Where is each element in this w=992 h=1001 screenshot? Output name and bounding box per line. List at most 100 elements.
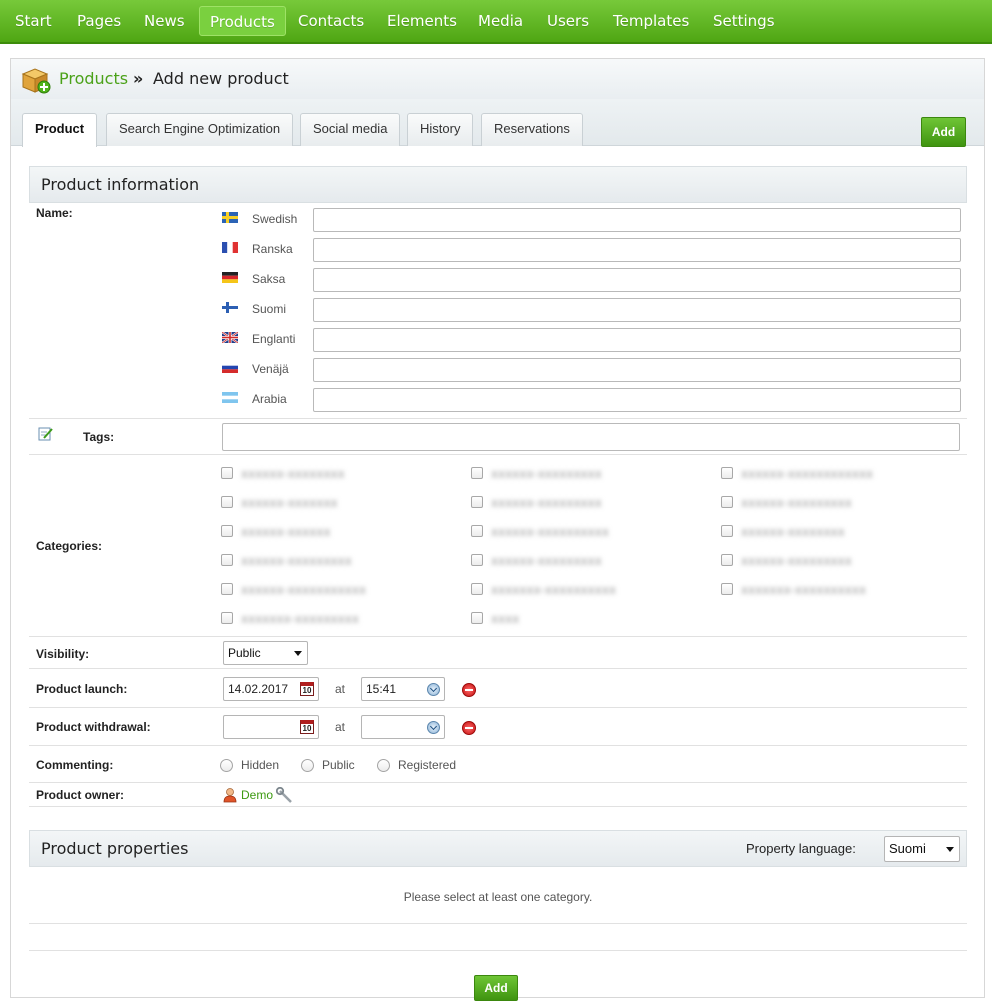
nav-item-elements[interactable]: Elements xyxy=(377,6,467,36)
edit-note-icon xyxy=(38,427,53,441)
category-checkbox[interactable] xyxy=(721,496,733,508)
nav-item-products[interactable]: Products xyxy=(199,6,286,36)
nav-item-pages[interactable]: Pages xyxy=(67,6,131,36)
breadcrumb-separator: » xyxy=(133,69,144,88)
name-input-saksa[interactable] xyxy=(313,268,961,292)
commenting-label: Commenting: xyxy=(36,758,114,772)
category-checkbox[interactable] xyxy=(721,554,733,566)
category-label: xxxxxx-xxxxxxxxxxx xyxy=(241,583,367,597)
category-checkbox[interactable] xyxy=(221,525,233,537)
tab-reservations[interactable]: Reservations xyxy=(481,113,583,146)
category-checkbox[interactable] xyxy=(471,612,483,624)
breadcrumb-products-link[interactable]: Products xyxy=(59,69,128,88)
remove-icon[interactable] xyxy=(462,721,476,735)
commenting-option-label: Public xyxy=(322,758,355,772)
category-checkbox[interactable] xyxy=(221,554,233,566)
at-label: at xyxy=(335,682,346,696)
select-category-message: Please select at least one category. xyxy=(403,890,593,904)
category-label: xxxxxxx-xxxxxxxxxx xyxy=(491,583,617,597)
name-input-suomi[interactable] xyxy=(313,298,961,322)
language-label-arabia: Arabia xyxy=(252,392,287,406)
german-flag-icon xyxy=(222,272,238,283)
at-label: at xyxy=(335,720,346,734)
tab-seo[interactable]: Search Engine Optimization xyxy=(106,113,294,146)
launch-date-input[interactable]: 14.02.2017 10 xyxy=(223,677,319,701)
user-icon xyxy=(223,788,237,803)
clock-icon[interactable] xyxy=(427,721,440,734)
category-checkbox[interactable] xyxy=(221,496,233,508)
commenting-radio-registered[interactable] xyxy=(377,759,390,772)
tab-history[interactable]: History xyxy=(407,113,474,146)
commenting-radio-public[interactable] xyxy=(301,759,314,772)
tags-input[interactable] xyxy=(222,423,960,451)
category-checkbox[interactable] xyxy=(221,612,233,624)
tab-product[interactable]: Product xyxy=(22,113,98,147)
product-box-icon xyxy=(21,68,51,94)
name-input-englanti[interactable] xyxy=(313,328,961,352)
category-label: xxxxxxx-xxxxxxxxx xyxy=(241,612,359,626)
section-title-product-information: Product information xyxy=(41,175,200,194)
calendar-icon[interactable]: 10 xyxy=(300,682,314,696)
commenting-radio-hidden[interactable] xyxy=(220,759,233,772)
category-label: xxxxxx-xxxxxx xyxy=(241,525,331,539)
launch-time-input[interactable]: 15:41 xyxy=(361,677,445,701)
visibility-selected-value: Public xyxy=(228,646,261,660)
category-label: xxxxxx-xxxxxxxxx xyxy=(741,554,852,568)
divider xyxy=(29,636,967,637)
category-checkbox[interactable] xyxy=(721,583,733,595)
name-input-ranska[interactable] xyxy=(313,238,961,262)
language-label-ranska: Ranska xyxy=(252,242,293,256)
nav-item-settings[interactable]: Settings xyxy=(703,6,785,36)
nav-item-news[interactable]: News xyxy=(134,6,195,36)
withdrawal-time-input[interactable] xyxy=(361,715,445,739)
nav-item-media[interactable]: Media xyxy=(468,6,533,36)
visibility-select[interactable]: Public xyxy=(223,641,308,665)
clock-icon[interactable] xyxy=(427,683,440,696)
category-label: xxxxxxx-xxxxxxxxxx xyxy=(741,583,867,597)
property-language-select[interactable]: Suomi xyxy=(884,836,960,862)
nav-item-templates[interactable]: Templates xyxy=(603,6,699,36)
withdrawal-date-input[interactable]: 10 xyxy=(223,715,319,739)
commenting-option-label: Registered xyxy=(398,758,457,772)
category-checkbox[interactable] xyxy=(471,583,483,595)
category-checkbox[interactable] xyxy=(221,467,233,479)
divider xyxy=(29,950,967,951)
category-checkbox[interactable] xyxy=(471,496,483,508)
category-label: xxxxxx-xxxxxxxxx xyxy=(491,467,602,481)
name-input-arabia[interactable] xyxy=(313,388,961,412)
visibility-label: Visibility: xyxy=(36,647,90,661)
swedish-flag-icon xyxy=(222,212,238,223)
add-button-top[interactable]: Add xyxy=(921,117,966,147)
owner-name-link[interactable]: Demo xyxy=(241,788,273,802)
page-title: Add new product xyxy=(153,69,289,88)
category-label: xxxxxx-xxxxxxxx xyxy=(241,467,345,481)
tab-social-media[interactable]: Social media xyxy=(300,113,401,146)
category-label: xxxxxx-xxxxxxxxxxxx xyxy=(741,467,874,481)
wrench-icon[interactable] xyxy=(276,787,293,804)
category-checkbox[interactable] xyxy=(221,583,233,595)
divider xyxy=(29,806,967,807)
category-label: xxxxxx-xxxxxxx xyxy=(241,496,338,510)
category-checkbox[interactable] xyxy=(721,525,733,537)
categories-label: Categories: xyxy=(36,539,103,553)
uk-flag-icon xyxy=(222,332,238,343)
language-label-swedish: Swedish xyxy=(252,212,298,226)
category-label: xxxxxx-xxxxxxxxx xyxy=(741,496,852,510)
divider xyxy=(29,454,967,455)
nav-item-start[interactable]: Start xyxy=(5,6,62,36)
product-launch-label: Product launch: xyxy=(36,682,128,696)
chevron-down-icon xyxy=(946,847,954,852)
category-checkbox[interactable] xyxy=(471,525,483,537)
calendar-icon[interactable]: 10 xyxy=(300,720,314,734)
name-label: Name: xyxy=(36,206,73,220)
add-button-bottom[interactable]: Add xyxy=(474,975,518,1001)
name-input-venaja[interactable] xyxy=(313,358,961,382)
name-input-swedish[interactable] xyxy=(313,208,961,232)
nav-item-contacts[interactable]: Contacts xyxy=(288,6,374,36)
category-checkbox[interactable] xyxy=(471,554,483,566)
nav-item-users[interactable]: Users xyxy=(537,6,599,36)
commenting-option-label: Hidden xyxy=(241,758,280,772)
remove-icon[interactable] xyxy=(462,683,476,697)
category-checkbox[interactable] xyxy=(721,467,733,479)
category-checkbox[interactable] xyxy=(471,467,483,479)
